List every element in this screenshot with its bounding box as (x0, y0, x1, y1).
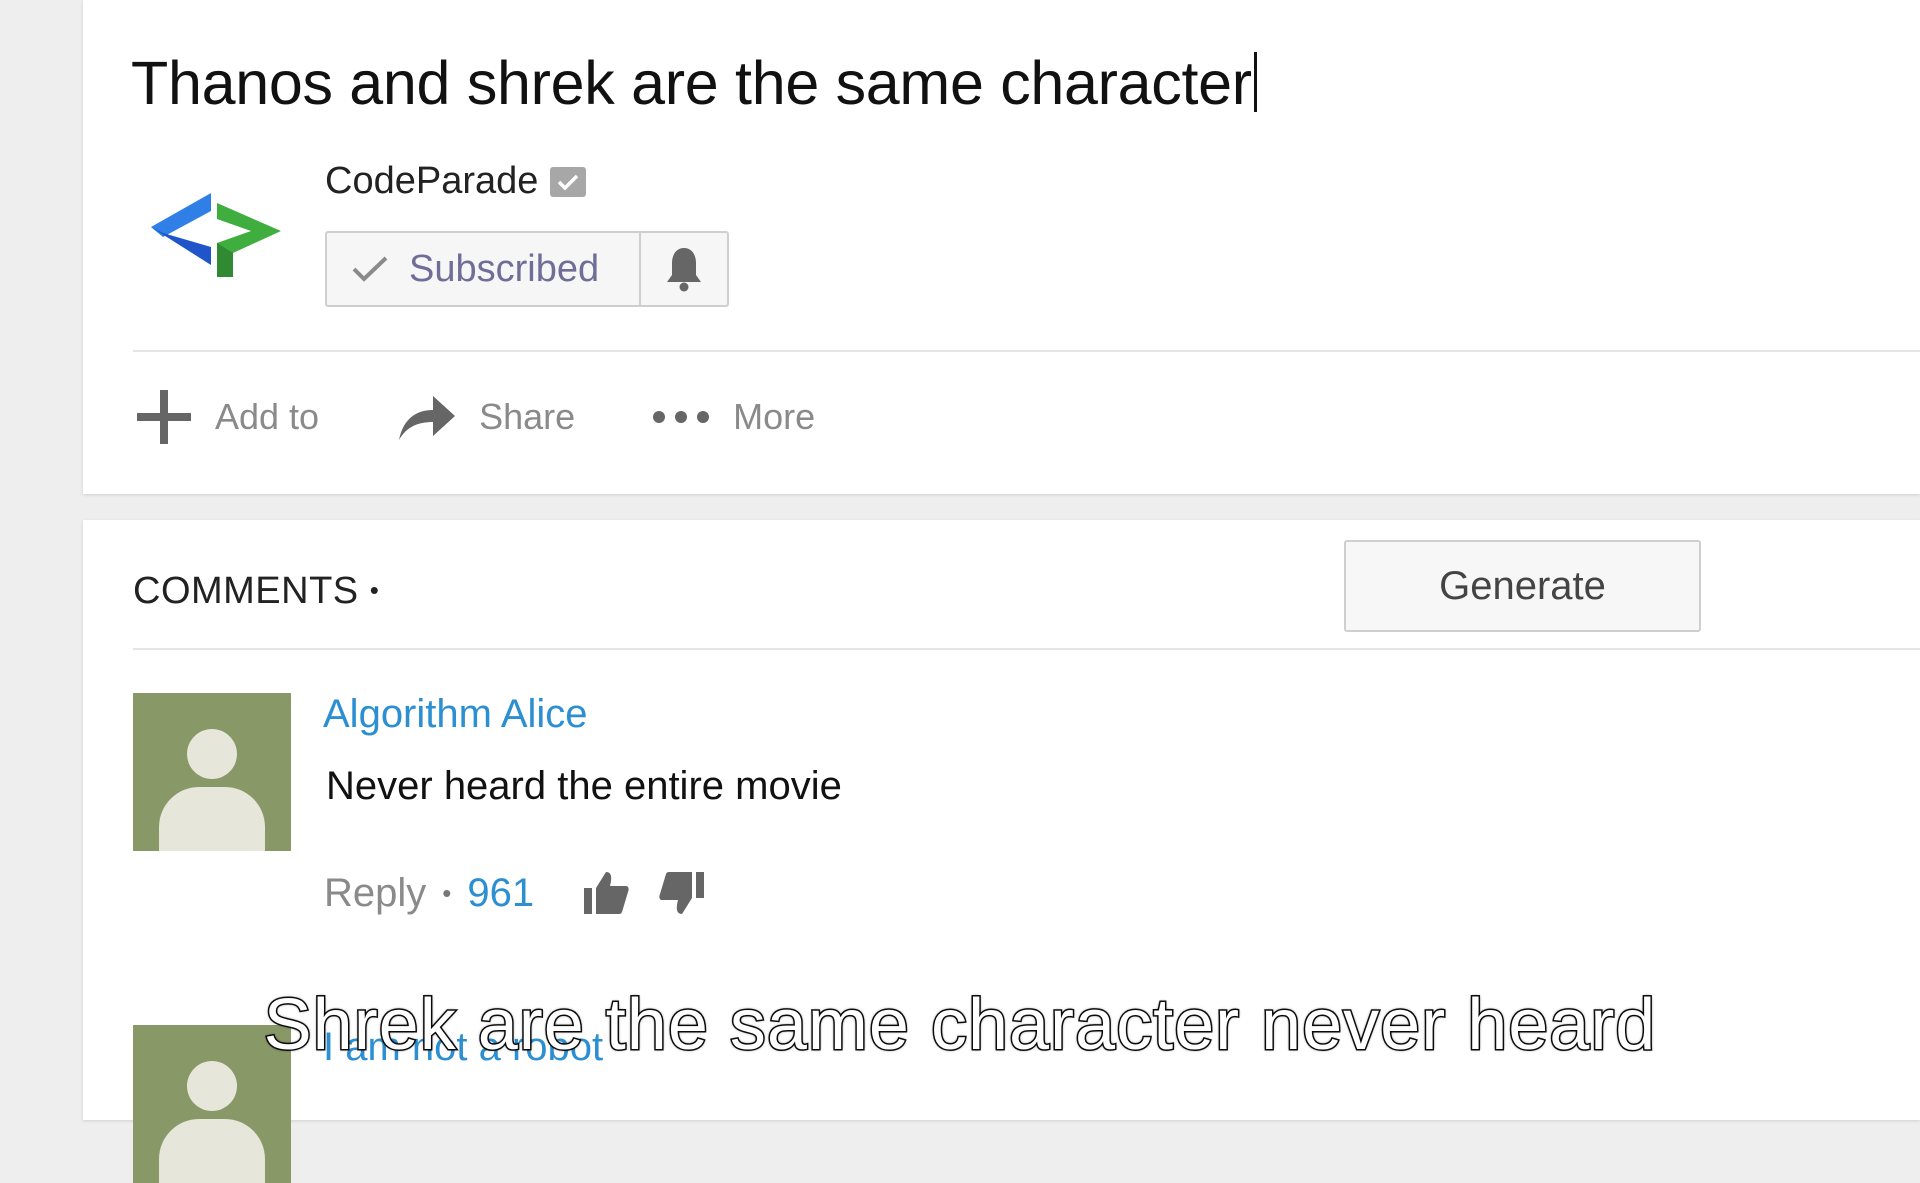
share-button[interactable]: Share (397, 392, 575, 442)
avatar-head (187, 729, 237, 779)
avatar-head (187, 1061, 237, 1111)
more-label: More (733, 396, 816, 437)
video-title-input[interactable]: Thanos and shrek are the same character (131, 48, 1257, 118)
comments-header-label: COMMENTS (133, 570, 359, 612)
comment-author[interactable]: Algorithm Alice (323, 692, 588, 737)
verified-check-icon (550, 166, 587, 197)
share-label: Share (479, 396, 576, 437)
text-caret (1253, 52, 1257, 112)
avatar[interactable] (133, 693, 291, 851)
video-info-card: Thanos and shrek are the same character … (83, 0, 1920, 494)
video-actions-bar: Add to Share More (135, 388, 815, 446)
checkmark-icon (352, 256, 388, 282)
subscription-controls: Subscribed (325, 231, 729, 307)
channel-name-label: CodeParade (325, 160, 539, 202)
divider (133, 350, 1920, 352)
separator-dot: • (442, 877, 452, 908)
comments-header: COMMENTS • (133, 570, 379, 613)
avatar-body (159, 1119, 265, 1183)
add-to-label: Add to (215, 396, 320, 437)
comments-header-dot: • (369, 575, 380, 605)
more-dots-icon (653, 411, 710, 423)
bell-icon (667, 248, 701, 292)
more-button[interactable]: More (651, 396, 815, 438)
subscribed-label: Subscribed (409, 247, 600, 290)
share-arrow-icon (399, 396, 456, 440)
comment-text: Never heard the entire movie (326, 764, 842, 808)
video-title-text: Thanos and shrek are the same character (131, 49, 1252, 117)
add-to-button[interactable]: Add to (135, 388, 319, 446)
like-count: 961 (467, 870, 535, 915)
video-subtitle-caption: Shrek are the same character never heard (262, 984, 1657, 1067)
notification-bell-button[interactable] (641, 233, 727, 305)
generate-button[interactable]: Generate (1344, 540, 1701, 632)
reply-button[interactable]: Reply (324, 871, 426, 916)
avatar-body (159, 787, 265, 851)
comment-actions: Reply • 961 (324, 870, 734, 916)
subscribed-button[interactable]: Subscribed (327, 233, 641, 305)
thumbs-up-icon[interactable] (582, 870, 630, 916)
thumbs-down-icon[interactable] (658, 870, 706, 916)
plus-icon (137, 390, 191, 444)
channel-name[interactable]: CodeParade (325, 160, 587, 203)
divider (133, 648, 1920, 650)
channel-logo-icon[interactable] (141, 185, 281, 285)
